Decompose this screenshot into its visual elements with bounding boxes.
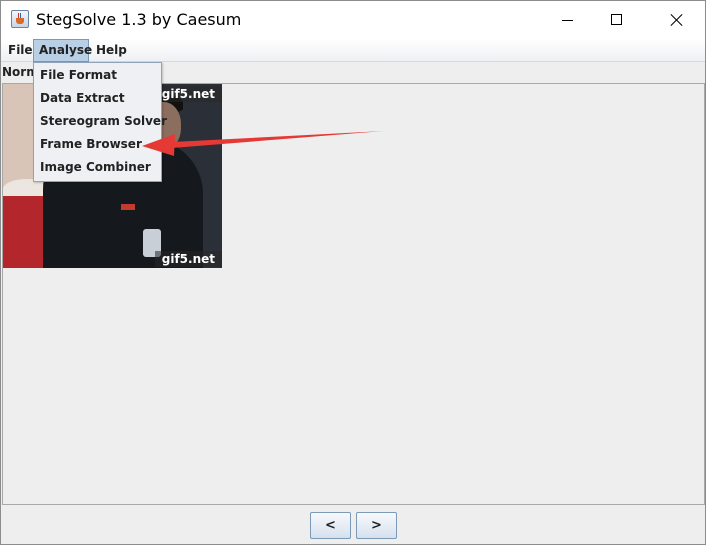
watermark-bottom: gif5.net xyxy=(154,251,222,267)
title-bar[interactable]: StegSolve 1.3 by Caesum xyxy=(1,1,705,39)
minimize-icon xyxy=(562,20,573,21)
stegsolve-window: StegSolve 1.3 by Caesum File Analyse Hel… xyxy=(0,0,706,545)
watermark-top: gif5.net xyxy=(154,86,222,102)
maximize-icon xyxy=(611,14,622,25)
menu-item-file-format[interactable]: File Format xyxy=(34,64,161,87)
window-title: StegSolve 1.3 by Caesum xyxy=(36,10,242,29)
maximize-button[interactable] xyxy=(593,1,639,39)
menu-analyse[interactable]: Analyse xyxy=(33,39,92,62)
previous-button[interactable]: < xyxy=(310,512,351,539)
menu-item-frame-browser[interactable]: Frame Browser xyxy=(34,133,161,156)
next-button[interactable]: > xyxy=(356,512,397,539)
menu-help[interactable]: Help xyxy=(91,39,132,62)
menu-bar: File Analyse Help xyxy=(1,39,705,62)
menu-item-data-extract[interactable]: Data Extract xyxy=(34,87,161,110)
close-button[interactable] xyxy=(651,1,697,39)
close-icon xyxy=(670,13,683,26)
menu-item-stereogram-solver[interactable]: Stereogram Solver xyxy=(34,110,167,133)
java-cup-icon xyxy=(11,10,29,28)
menu-item-image-combiner[interactable]: Image Combiner xyxy=(34,156,161,179)
minimize-button[interactable] xyxy=(545,1,591,39)
analyse-dropdown-menu: File Format Data Extract Stereogram Solv… xyxy=(33,62,167,182)
